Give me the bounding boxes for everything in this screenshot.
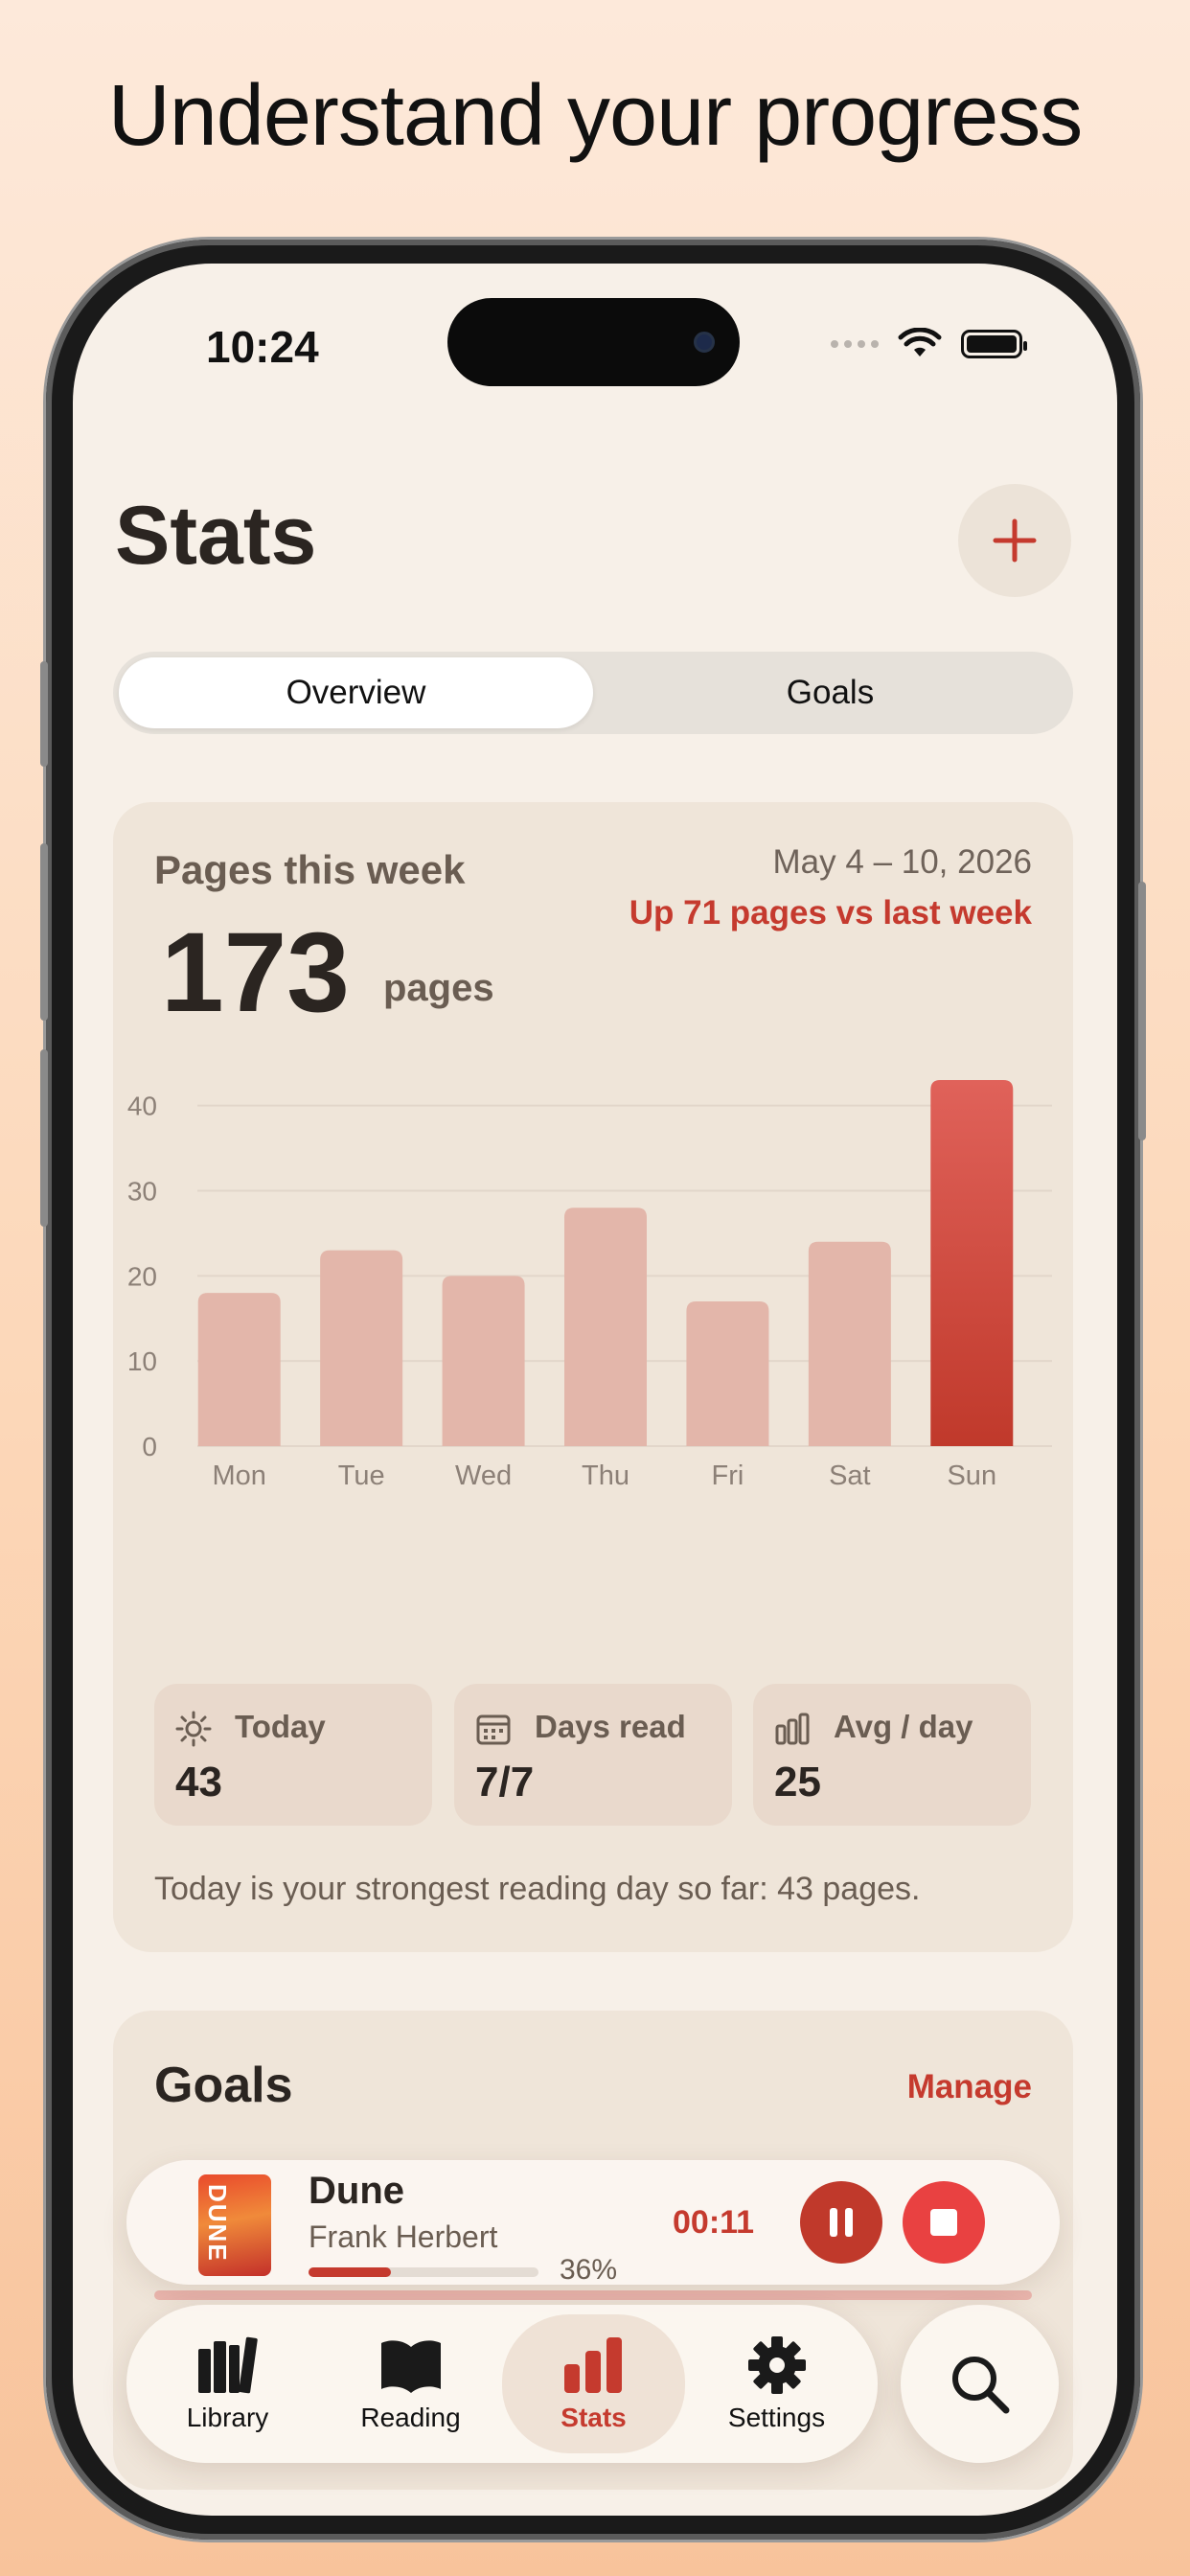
phone-volume-up xyxy=(40,843,48,1021)
stat-label: Today xyxy=(235,1709,326,1744)
y-tick-label: 40 xyxy=(127,1092,157,1121)
bar-fri[interactable] xyxy=(686,1300,769,1446)
tab-goals[interactable]: Goals xyxy=(593,657,1067,728)
goal-progress-bar xyxy=(154,2290,1032,2300)
x-tick-label: Thu xyxy=(582,1460,629,1491)
weekly-total-unit: pages xyxy=(383,967,494,1009)
stat-value: 7/7 xyxy=(475,1759,535,1806)
card-label: Pages this week xyxy=(154,847,466,892)
bar-tue[interactable] xyxy=(320,1250,403,1446)
view-switcher: Overview Goals xyxy=(113,652,1073,734)
signal-icon xyxy=(831,340,879,348)
library-icon xyxy=(197,2336,258,2393)
now-playing-bar[interactable]: DUNE Dune Frank Herbert 36% 00:11 xyxy=(126,2160,1060,2286)
status-time: 10:24 xyxy=(206,322,319,372)
bar-wed[interactable] xyxy=(442,1276,525,1446)
reading-progress-bar xyxy=(309,2267,538,2277)
dynamic-island xyxy=(447,298,740,386)
bars-icon xyxy=(775,1713,810,1745)
sun-icon xyxy=(175,1711,212,1747)
x-tick-label: Sun xyxy=(947,1460,996,1491)
x-tick-label: Tue xyxy=(338,1460,385,1491)
y-tick-label: 10 xyxy=(127,1346,157,1376)
calendar-icon xyxy=(476,1714,511,1745)
search-icon xyxy=(951,2356,1009,2413)
now-playing-author: Frank Herbert xyxy=(309,2220,498,2254)
phone-action-button xyxy=(40,661,48,767)
now-playing-title: Dune xyxy=(309,2170,404,2212)
bar-thu[interactable] xyxy=(564,1208,647,1446)
battery-icon xyxy=(961,330,1027,358)
tab-label: Stats xyxy=(561,2402,627,2432)
reading-progress-fill xyxy=(309,2267,392,2277)
stat-today: Today 43 xyxy=(154,1684,432,1826)
search-button[interactable] xyxy=(901,2305,1059,2463)
stat-days-read: Days read 7/7 xyxy=(454,1684,732,1826)
tab-label: Reading xyxy=(360,2402,461,2432)
bar-mon[interactable] xyxy=(197,1293,281,1446)
tab-reading[interactable]: Reading xyxy=(319,2314,502,2453)
date-range: May 4 – 10, 2026 xyxy=(772,843,1032,881)
pause-button[interactable] xyxy=(800,2181,882,2264)
insight-note: Today is your strongest reading day so f… xyxy=(154,1871,921,1907)
cover-title: DUNE xyxy=(203,2184,232,2263)
tab-settings[interactable]: Settings xyxy=(685,2314,868,2453)
y-tick-label: 20 xyxy=(127,1261,157,1291)
phone-volume-down xyxy=(40,1049,48,1227)
stat-label: Avg / day xyxy=(834,1709,973,1744)
tab-bar: Library Reading Stats Settings xyxy=(126,2305,878,2463)
x-tick-label: Mon xyxy=(213,1460,266,1491)
gear-icon xyxy=(747,2335,806,2394)
stat-avg-day: Avg / day 25 xyxy=(753,1684,1031,1826)
stat-value: 25 xyxy=(774,1759,821,1806)
weekly-total: 173 xyxy=(161,909,350,1036)
status-icons xyxy=(831,328,1027,360)
pages-bar-chart: 0 10 20 30 40 Mon Tue Wed Thu Fri Sat Sun xyxy=(127,1080,1052,1491)
phone-side-button xyxy=(1138,882,1146,1140)
bar-sun[interactable] xyxy=(930,1080,1014,1446)
y-tick-label: 0 xyxy=(142,1432,157,1461)
wifi-icon xyxy=(898,328,942,356)
tab-stats[interactable]: Stats xyxy=(502,2314,685,2453)
weekly-pages-card: Pages this week May 4 – 10, 2026 Up 71 p… xyxy=(113,802,1073,1952)
tab-library[interactable]: Library xyxy=(136,2314,319,2453)
tab-label: Settings xyxy=(727,2402,826,2432)
plus-icon xyxy=(993,518,1037,563)
stat-value: 43 xyxy=(175,1759,222,1806)
book-cover[interactable]: DUNE xyxy=(198,2174,271,2276)
stats-icon xyxy=(563,2336,622,2393)
x-tick-label: Sat xyxy=(829,1460,871,1491)
manage-goals-link[interactable]: Manage xyxy=(907,2068,1032,2106)
trend-text: Up 71 pages vs last week xyxy=(629,894,1032,932)
reading-progress-label: 36% xyxy=(560,2254,618,2286)
camera-icon xyxy=(694,332,715,353)
stop-icon xyxy=(930,2209,957,2236)
y-tick-label: 30 xyxy=(127,1176,157,1206)
pause-icon xyxy=(830,2208,853,2237)
tab-overview[interactable]: Overview xyxy=(119,657,593,728)
tab-label: Library xyxy=(186,2402,269,2432)
stat-label: Days read xyxy=(535,1709,686,1744)
stop-button[interactable] xyxy=(903,2181,985,2264)
session-timer: 00:11 xyxy=(673,2204,755,2241)
x-tick-label: Fri xyxy=(712,1460,744,1491)
bar-sat[interactable] xyxy=(808,1241,891,1446)
goals-title: Goals xyxy=(154,2058,293,2113)
book-open-icon xyxy=(380,2339,441,2393)
x-tick-label: Wed xyxy=(455,1460,512,1491)
marketing-headline: Understand your progress xyxy=(107,68,1084,164)
add-button[interactable] xyxy=(958,484,1071,597)
page-title: Stats xyxy=(115,490,317,582)
